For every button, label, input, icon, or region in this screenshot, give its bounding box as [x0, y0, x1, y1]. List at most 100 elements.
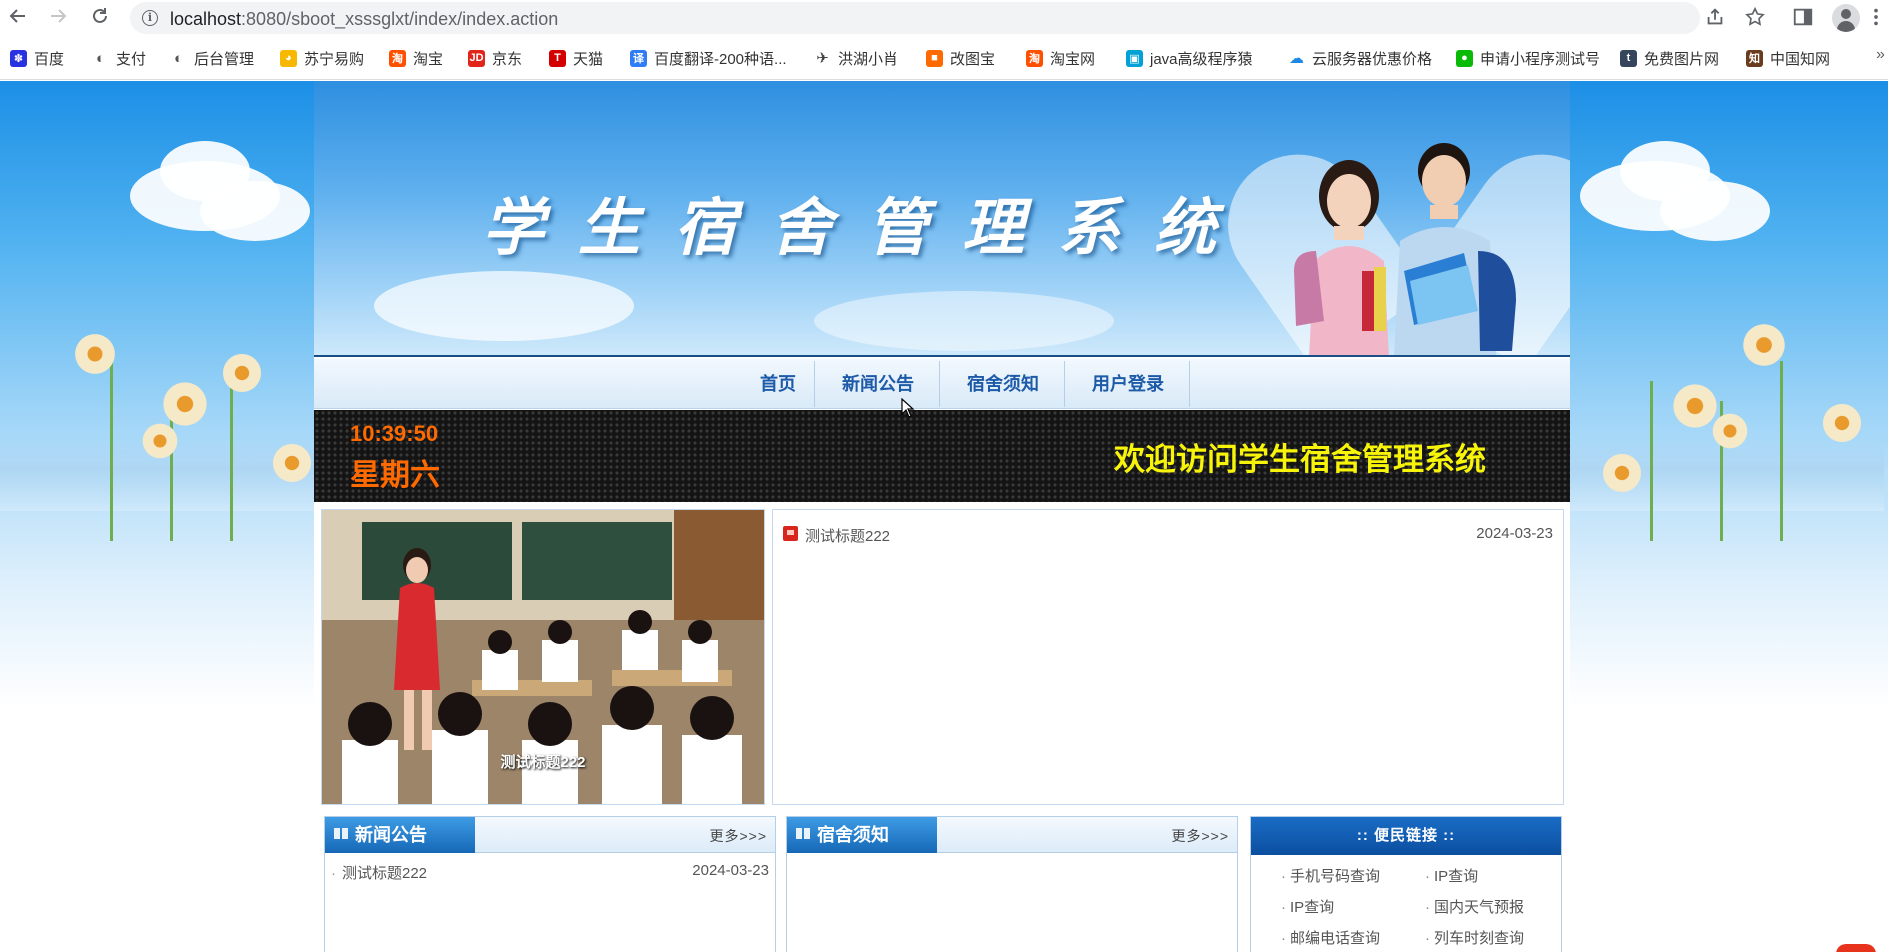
page-background: 学生宿舍管理系统 首页 新闻公告 宿舍须知 用户登录 10:39:50 星期六 …: [0, 81, 1888, 952]
news-panel-header: 新闻公告 更多>>>: [325, 817, 775, 853]
image-slideshow[interactable]: 测试标题222: [321, 509, 765, 805]
taobao-icon: 淘: [1026, 49, 1043, 67]
bookmark-label: 洪湖小肖: [838, 50, 899, 68]
bookmark-item[interactable]: t 免费图片网: [1620, 46, 1719, 70]
bookmark-label: 百度翻译-200种语...: [654, 50, 787, 68]
side-panel-icon[interactable]: [1792, 6, 1816, 30]
back-arrow-icon[interactable]: [6, 6, 30, 30]
nav-login[interactable]: 用户登录: [1068, 359, 1188, 409]
link-phone-lookup[interactable]: 手机号码查询: [1281, 865, 1380, 886]
left-decoration: [0, 81, 314, 581]
notice-panel-title: 宿舍须知: [787, 817, 937, 853]
profile-avatar-icon[interactable]: [1832, 4, 1860, 32]
flower-icon: [220, 351, 264, 395]
bookmark-label: 淘宝: [413, 50, 444, 68]
news-panel-item[interactable]: · 测试标题222: [331, 862, 427, 883]
link-train-schedule[interactable]: 列车时刻查询: [1425, 927, 1524, 948]
flower-icon: [270, 441, 314, 485]
bookmark-star-icon[interactable]: [1744, 6, 1768, 30]
tumblr-icon: t: [1620, 49, 1637, 67]
link-ip-lookup-2[interactable]: IP查询: [1281, 896, 1334, 917]
bookmark-item[interactable]: 淘淘宝网: [1026, 46, 1095, 70]
bookmarks-more-icon[interactable]: »: [1876, 46, 1885, 64]
header-banner: 学生宿舍管理系统: [314, 81, 1570, 357]
slide-caption[interactable]: 测试标题222: [322, 751, 764, 772]
menu-dots-icon[interactable]: [1870, 6, 1882, 30]
flower-stem: [110, 361, 113, 541]
bookmark-item[interactable]: JD 京东: [468, 46, 522, 70]
news-panel: 新闻公告 更多>>> · 测试标题222 2024-03-23: [324, 816, 776, 952]
bookmark-label: java高级程序猿: [1150, 50, 1253, 68]
news-more-link[interactable]: 更多>>>: [709, 826, 767, 846]
jd-icon: JD: [468, 49, 485, 67]
bilibili-icon: ▣: [1126, 49, 1143, 67]
notice-panel-title-text: 宿舍须知: [817, 825, 889, 845]
bookmark-item[interactable]: 淘淘宝: [389, 46, 443, 70]
flower-stem: [1650, 381, 1653, 541]
wechat-icon: ●: [1456, 49, 1473, 67]
bookmark-label: 后台管理: [194, 50, 255, 68]
corner-widget-icon[interactable]: [1836, 944, 1876, 952]
bookmark-item[interactable]: ◕ 苏宁易购: [280, 46, 364, 70]
useful-links-panel: :: 便民链接 :: 手机号码查询 IP查询 IP查询 国内天气预报 邮编电话查…: [1250, 816, 1562, 952]
bookmark-item[interactable]: ■ 改图宝: [926, 46, 995, 70]
taobao-icon: 淘: [389, 49, 406, 67]
bookmark-item[interactable]: ● 申请小程序测试号: [1456, 46, 1600, 70]
url-text[interactable]: localhost:8080/sboot_xsssglxt/index/inde…: [170, 9, 558, 30]
nav-divider: [1064, 361, 1065, 407]
bookmark-label: 支付: [116, 50, 147, 68]
nav-divider: [814, 361, 815, 407]
cloud-shape: [374, 271, 634, 341]
flower-icon: [1600, 451, 1644, 495]
news-panel-item-date: 2024-03-23: [692, 862, 769, 879]
bookmark-item[interactable]: 译百度翻译-200种语...: [630, 46, 787, 70]
bookmark-label: 百度: [34, 50, 65, 68]
notice-more-link[interactable]: 更多>>>: [1171, 826, 1229, 846]
cloud-icon: ☁: [1289, 50, 1304, 67]
bookmark-label: 免费图片网: [1644, 50, 1720, 68]
news-list-item[interactable]: 测试标题222 2024-03-23: [783, 524, 1553, 546]
browser-chrome: i localhost:8080/sboot_xsssglxt/index/in…: [0, 0, 1888, 80]
bookmark-item[interactable]: ◐ 支付: [92, 46, 146, 70]
share-icon[interactable]: [1704, 6, 1728, 30]
bookmarks-bar: ✽ 百度 ◐ 支付 ◐ 后台管理 ◕ 苏宁易购淘淘宝 JD 京东 T 天猫译百度翻译-200种语...…: [0, 44, 1888, 72]
main-container: 学生宿舍管理系统 首页 新闻公告 宿舍须知 用户登录 10:39:50 星期六 …: [314, 81, 1570, 952]
flower-icon: [72, 331, 118, 377]
bookmark-item[interactable]: 知中国知网: [1746, 46, 1830, 70]
bookmark-label: 淘宝网: [1050, 50, 1096, 68]
flower-icon: [140, 421, 180, 461]
reload-icon[interactable]: [88, 6, 112, 30]
bookmark-item[interactable]: ✈ 洪湖小肖: [814, 46, 898, 70]
bookmark-label: 天猫: [573, 50, 604, 68]
address-bar[interactable]: i localhost:8080/sboot_xsssglxt/index/in…: [130, 2, 1765, 34]
bookmark-item[interactable]: T 天猫: [549, 46, 603, 70]
notice-panel-header: 宿舍须知 更多>>>: [787, 817, 1237, 853]
book-icon: [334, 828, 348, 839]
flower-icon: [1820, 401, 1864, 445]
nav-dorm-notice[interactable]: 宿舍须知: [943, 359, 1063, 409]
forward-arrow-icon[interactable]: [46, 6, 70, 30]
link-weather[interactable]: 国内天气预报: [1425, 896, 1524, 917]
flower-icon: [1710, 411, 1750, 451]
site-info-icon[interactable]: i: [142, 10, 158, 26]
link-postcode[interactable]: 邮编电话查询: [1281, 927, 1380, 948]
bookmark-item[interactable]: ◐ 后台管理: [170, 46, 254, 70]
baidu-icon: ✽: [10, 49, 27, 67]
suning-icon: ◕: [280, 49, 297, 67]
globe-icon: ◐: [173, 49, 184, 67]
bookmark-item[interactable]: ▣ java高级程序猿: [1126, 46, 1253, 70]
cloud-shape: [200, 181, 310, 241]
welcome-marquee: 欢迎访问学生宿舍管理系统: [1114, 442, 1486, 477]
bookmark-item[interactable]: ✽ 百度: [10, 46, 64, 70]
clock-weekday: 星期六: [350, 459, 440, 492]
bookmark-label: 京东: [492, 50, 523, 68]
banner-divider: [314, 355, 1570, 357]
flower-stem: [230, 381, 233, 541]
link-ip-lookup[interactable]: IP查询: [1425, 865, 1478, 886]
flower-stem: [1780, 361, 1783, 541]
gaitubao-icon: ■: [926, 49, 943, 67]
news-panel-item-title[interactable]: 测试标题222: [342, 865, 427, 882]
bookmark-item[interactable]: ☁ 云服务器优惠价格: [1288, 46, 1432, 70]
nav-news[interactable]: 新闻公告: [818, 359, 938, 409]
news-item-title[interactable]: 测试标题222: [805, 525, 890, 546]
